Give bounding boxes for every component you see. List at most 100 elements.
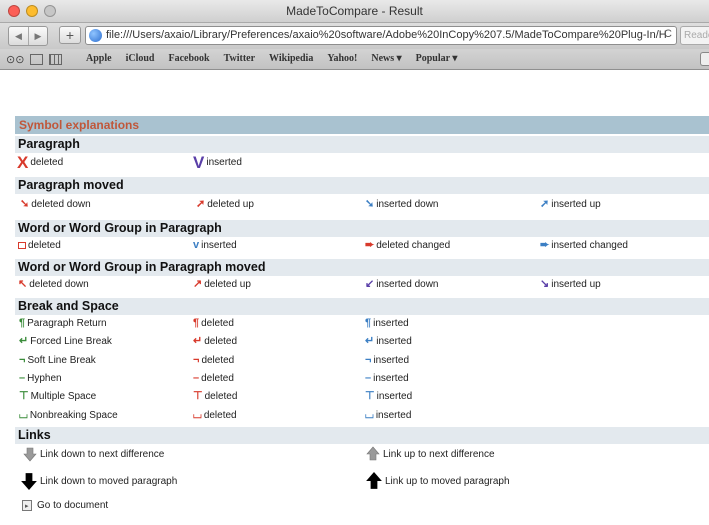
label: Link down to moved paragraph xyxy=(40,475,178,487)
break-glyph-icon: ¬ xyxy=(193,353,200,366)
break-row-inserted: ⌴ inserted xyxy=(365,408,412,421)
bookmarks-bar: ⊙⊙ Apple iCloud Facebook Twitter Wikipedia Ya… xyxy=(0,49,709,70)
break-row-deleted: – deleted xyxy=(193,371,234,384)
back-button[interactable]: ◀ xyxy=(9,27,28,45)
word-moved-inserted-up: ↘ inserted up xyxy=(540,279,601,291)
label: inserted xyxy=(376,391,413,403)
break-row-name: ¶ Paragraph Return xyxy=(19,317,107,330)
bookmarks-overflow-button[interactable] xyxy=(700,52,709,66)
link-up-moved-paragraph[interactable]: Link up to moved paragraph xyxy=(365,472,510,490)
word-deleted-changed: ➨ deleted changed xyxy=(365,239,450,252)
reader-button[interactable]: Reader xyxy=(680,26,709,45)
reload-icon[interactable]: C xyxy=(664,28,672,40)
break-row-deleted: ¬ deleted xyxy=(193,353,234,366)
forward-button[interactable]: ▶ xyxy=(28,27,47,45)
paragraph-moved-deleted-down: ➘ deleted down xyxy=(20,199,91,211)
break-row-name: ⊤ Multiple Space xyxy=(19,390,96,403)
bookmark-link[interactable]: Yahoo! xyxy=(327,53,357,64)
label: inserted changed xyxy=(551,240,628,251)
word-inserted: v inserted xyxy=(193,239,237,252)
word-moved-deleted-down: ↖ deleted down xyxy=(18,279,89,291)
break-row-inserted: – inserted xyxy=(365,371,409,384)
word-moved-deleted-up: ↗ deleted up xyxy=(193,278,251,291)
window-titlebar: MadeToCompare - Result xyxy=(0,0,709,23)
section-break-and-space: Break and Space xyxy=(15,298,709,315)
label: Link up to next difference xyxy=(383,448,495,460)
globe-icon xyxy=(89,29,102,42)
gray-up-arrow-icon xyxy=(366,446,380,461)
inserted-v-icon: v xyxy=(193,239,200,251)
break-row-inserted: ¶ inserted xyxy=(365,317,409,330)
break-glyph-icon: ¶ xyxy=(19,317,26,329)
link-up-next-difference[interactable]: Link up to next difference xyxy=(365,446,495,462)
deleted-changed-arrow-icon: ➨ xyxy=(365,239,375,251)
label: inserted xyxy=(201,240,237,251)
break-row-name: ⌴ Nonbreaking Space xyxy=(19,408,118,421)
label: inserted down xyxy=(376,199,439,210)
label: inserted up xyxy=(551,279,601,290)
link-down-next-difference[interactable]: Link down to next difference xyxy=(22,446,164,462)
label: inserted xyxy=(206,157,242,168)
show-bookmarks-icon[interactable] xyxy=(30,54,44,65)
bookmark-link[interactable]: News ▾ xyxy=(371,53,401,64)
page-content: Symbol explanations Paragraph X deleted … xyxy=(0,70,709,525)
purple-v-icon: V xyxy=(193,153,205,172)
window-title: MadeToCompare - Result xyxy=(286,4,423,18)
word-moved-inserted-down: ↙ inserted down xyxy=(365,278,439,291)
break-glyph-icon: ¶ xyxy=(365,317,372,329)
bookmark-tools: ⊙⊙ xyxy=(6,53,63,66)
break-glyph-icon: ¬ xyxy=(365,353,372,366)
break-glyph-icon: ⊤ xyxy=(19,390,29,403)
break-row-name: ↵ Forced Line Break xyxy=(19,336,112,348)
paragraph-inserted: V inserted xyxy=(193,154,242,171)
label: Hyphen xyxy=(27,372,62,384)
add-bookmark-button[interactable]: + xyxy=(59,26,81,44)
bookmark-link[interactable]: Twitter xyxy=(224,53,255,64)
section-title: Links xyxy=(18,428,51,442)
section-paragraph: Paragraph xyxy=(15,136,709,153)
break-glyph-icon: ↵ xyxy=(193,335,203,348)
gray-down-arrow-icon xyxy=(23,447,37,462)
break-glyph-icon: – xyxy=(365,371,372,384)
bookmark-link[interactable]: Popular ▾ xyxy=(416,53,458,64)
section-title: Break and Space xyxy=(18,299,119,313)
label: deleted xyxy=(204,336,238,348)
bookmark-link[interactable]: Apple xyxy=(86,53,112,64)
label: inserted down xyxy=(376,279,439,290)
reading-list-icon[interactable]: ⊙⊙ xyxy=(6,53,24,66)
label: inserted xyxy=(375,409,412,421)
link-go-to-document[interactable]: ▸ Go to document xyxy=(22,500,108,511)
label: deleted down xyxy=(29,279,89,290)
break-glyph-icon: – xyxy=(19,371,26,384)
break-glyph-icon: – xyxy=(193,371,200,384)
label: Soft Line Break xyxy=(27,354,96,366)
bookmark-link[interactable]: iCloud xyxy=(126,53,155,64)
label: deleted xyxy=(201,372,234,384)
break-row-deleted: ⊤ deleted xyxy=(193,391,237,403)
link-down-moved-paragraph[interactable]: Link down to moved paragraph xyxy=(20,472,177,490)
bookmark-link[interactable]: Facebook xyxy=(168,53,209,64)
top-sites-icon[interactable] xyxy=(49,54,63,65)
label: deleted up xyxy=(207,199,254,210)
section-title: Paragraph xyxy=(18,137,80,151)
break-glyph-icon: ¬ xyxy=(19,353,26,366)
inserted-changed-arrow-icon: ➨ xyxy=(540,239,550,251)
break-glyph-icon: ⌴ xyxy=(19,408,28,421)
deleted-up-arrow-icon: ↗ xyxy=(193,278,203,290)
bookmark-link[interactable]: Wikipedia xyxy=(269,53,313,64)
section-title: Word or Word Group in Paragraph moved xyxy=(18,260,266,274)
section-word-group-moved: Word or Word Group in Paragraph moved xyxy=(15,259,709,276)
address-bar[interactable]: file:///Users/axaio/Library/Preferences/… xyxy=(85,26,677,45)
break-row-deleted: ¶ deleted xyxy=(193,317,234,330)
break-glyph-icon: ⌴ xyxy=(365,408,374,421)
break-glyph-icon: ⌴ xyxy=(193,408,202,421)
break-row-inserted: ⊤ inserted xyxy=(365,391,413,403)
break-glyph-icon: ¶ xyxy=(193,317,200,329)
label: deleted xyxy=(203,409,237,421)
inserted-down-arrow-icon: ↙ xyxy=(365,278,375,290)
section-title: Word or Word Group in Paragraph xyxy=(18,221,222,235)
section-links: Links xyxy=(15,427,709,444)
word-deleted: deleted xyxy=(18,240,61,251)
break-row-deleted: ↵ deleted xyxy=(193,335,238,348)
paragraph-moved-inserted-down: ➘ inserted down xyxy=(365,199,439,211)
